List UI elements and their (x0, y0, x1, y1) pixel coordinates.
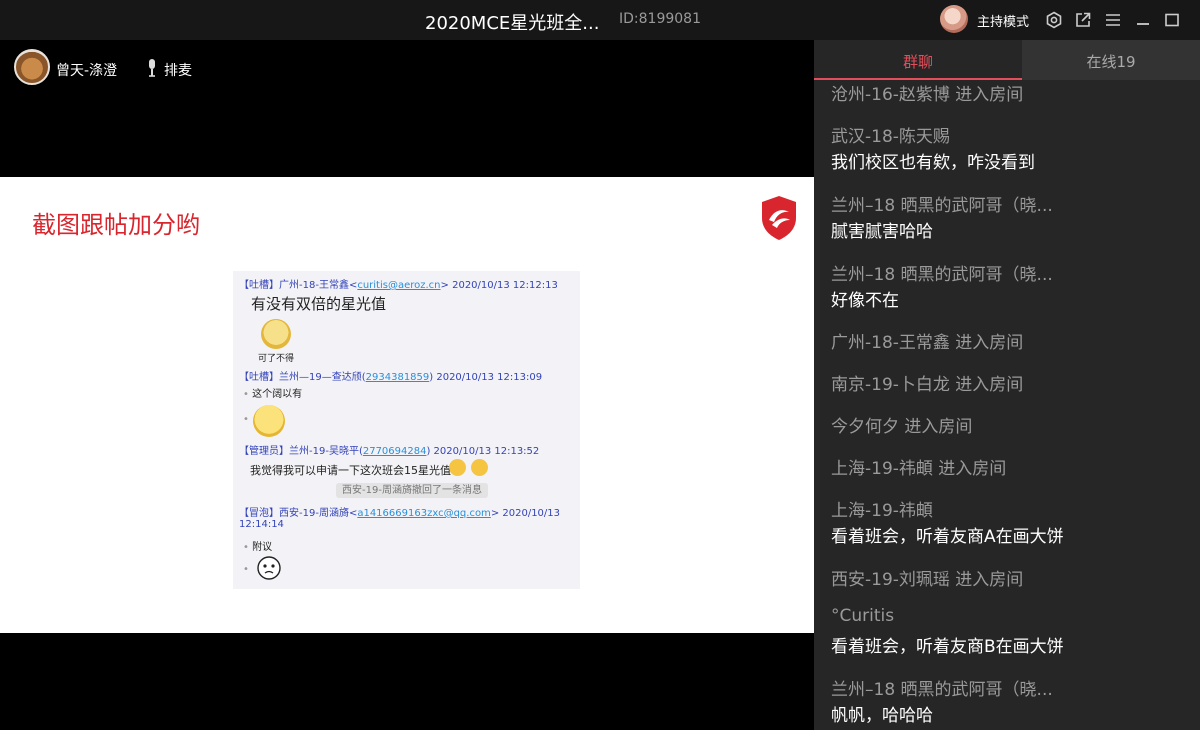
chat-shot-text-3: 我觉得我可以申请一下这次班会15星光值 (250, 464, 451, 477)
smirk-emoji-icon (449, 459, 466, 476)
chat-shot-text-1: 有没有双倍的星光值 (251, 295, 387, 313)
chat-message-sender: 兰州–18 晒黑的武阿哥（晓... (831, 196, 1053, 216)
chat-system-message: 今夕何夕 进入房间 (831, 417, 973, 437)
chat-message-sender: °Curitis (831, 606, 895, 626)
chat-message-text: 看着班会，听着友商B在画大饼 (831, 637, 1064, 657)
chat-shot-header-1: 【吐槽】广州-18-王常鑫<curitis@aeroz.cn> 2020/10/… (239, 280, 558, 291)
chat-shot-text-4: • 附议 (243, 542, 273, 553)
chat-message-text: 帆帆，哈哈哈 (831, 706, 933, 726)
chat-system-message: 上海-19-祎頔 进入房间 (831, 459, 1007, 479)
chat-system-message: 沧州-16-赵紫博 进入房间 (831, 85, 1024, 105)
chat-system-message: 南京-19-卜白龙 进入房间 (831, 375, 1024, 395)
microphone-icon[interactable] (145, 58, 159, 78)
chat-shot-header-2: 【吐槽】兰州—19—查达颀(2934381859) 2020/10/13 12:… (239, 372, 543, 383)
menu-icon[interactable] (1101, 8, 1125, 32)
chat-shot-time-4: 12:14:14 (239, 519, 284, 530)
chat-shot-text-2: • 这个阔以有 (243, 389, 303, 400)
chat-message-sender: 武汉-18-陈天赐 (831, 127, 950, 147)
chat-system-message: 广州-18-王常鑫 进入房间 (831, 333, 1024, 353)
chat-screenshot: 【吐槽】广州-18-王常鑫<curitis@aeroz.cn> 2020/10/… (233, 271, 580, 589)
minimize-icon[interactable] (1131, 8, 1155, 32)
recall-notice: 西安-19-周涵旖撤回了一条消息 (336, 483, 488, 498)
mic-queue-button[interactable]: 排麦 (164, 60, 192, 80)
sticker-icon (261, 319, 291, 349)
chat-system-message: 西安-19-刘珮瑶 进入房间 (831, 570, 1024, 590)
chat-shot-header-4: 【冒泡】西安-19-周涵旖<a1416669163zxc@qq.com> 202… (239, 508, 561, 519)
maximize-icon[interactable] (1160, 8, 1184, 32)
host-avatar[interactable] (940, 5, 968, 33)
chat-message-sender: 上海-19-祎頔 (831, 501, 933, 521)
settings-icon[interactable] (1042, 8, 1066, 32)
chat-message-text: 腻害腻害哈哈 (831, 222, 933, 242)
room-id: ID:8199081 (619, 11, 701, 27)
chat-sidebar: 群聊 在线19 沧州-16-赵紫博 进入房间 武汉-18-陈天赐 我们校区也有欸… (814, 40, 1200, 730)
chat-shot-bullet: • (243, 414, 249, 425)
chat-tabs: 群聊 在线19 (814, 40, 1200, 80)
title-bar: 2020MCE星光班全... ID:8199081 主持模式 (0, 0, 1200, 40)
tab-online[interactable]: 在线19 (1022, 40, 1200, 80)
slide-title: 截图跟帖加分哟 (32, 211, 200, 239)
emoji-icon (253, 405, 285, 437)
chat-message-text: 好像不在 (831, 291, 899, 311)
presentation-slide: 截图跟帖加分哟 【吐槽】广州-18-王常鑫<curitis@aeroz.cn> … (0, 177, 814, 633)
chat-message-sender: 兰州–18 晒黑的武阿哥（晓... (831, 680, 1053, 700)
chat-message-text: 看着班会，听着友商A在画大饼 (831, 527, 1064, 547)
presenter-avatar[interactable] (14, 49, 50, 85)
chat-shot-header-3: 【管理员】兰州-19-吴晓平(2770694284) 2020/10/13 12… (239, 446, 540, 457)
meme-face-icon (257, 556, 281, 580)
window-title: 2020MCE星光班全... (425, 13, 600, 34)
host-mode-button[interactable]: 主持模式 (977, 11, 1029, 30)
smirk-emoji-icon (471, 459, 488, 476)
external-link-icon[interactable] (1071, 8, 1095, 32)
video-area: 曾天-涤澄 排麦 截图跟帖加分哟 【吐槽】广州-18-王常鑫<curitis@a… (0, 40, 814, 730)
sticker-caption: 可了不得 (258, 354, 295, 364)
chat-message-sender: 兰州–18 晒黑的武阿哥（晓... (831, 265, 1053, 285)
shield-logo-icon (762, 196, 796, 240)
chat-message-text: 我们校区也有欸，咋没看到 (831, 153, 1035, 173)
tab-group-chat[interactable]: 群聊 (814, 40, 1022, 80)
chat-shot-bullet: • (243, 564, 249, 575)
presenter-name: 曾天-涤澄 (56, 63, 118, 79)
